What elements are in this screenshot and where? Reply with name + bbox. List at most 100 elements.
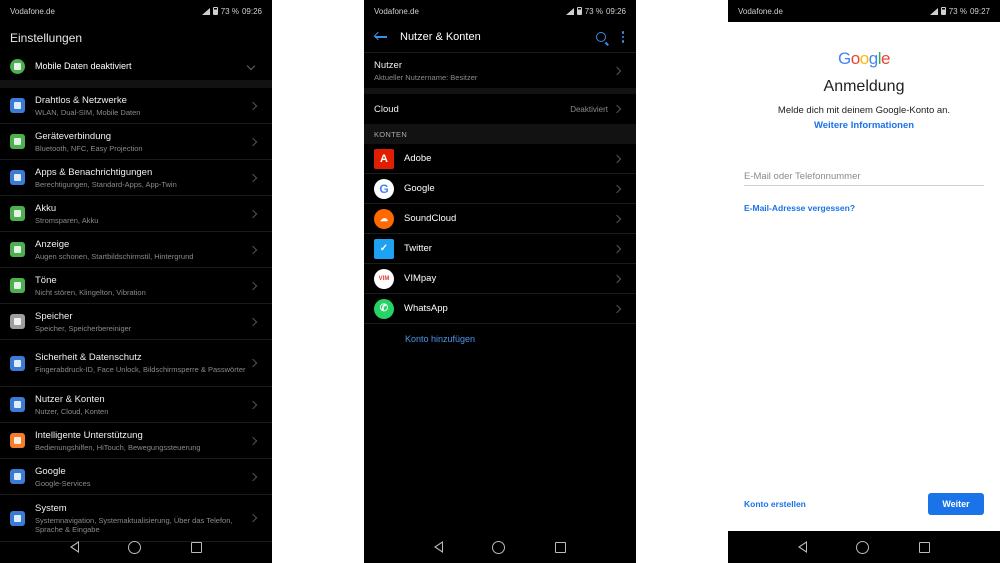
assist-icon bbox=[10, 433, 25, 448]
apps-icon bbox=[10, 170, 25, 185]
settings-item-subtitle: Nicht stören, Klingelton, Vibration bbox=[35, 287, 146, 297]
settings-item-title: Nutzer & Konten bbox=[35, 393, 105, 405]
clock: 09:26 bbox=[241, 6, 262, 16]
settings-item-device-connection[interactable]: Geräteverbindung Bluetooth, NFC, Easy Pro… bbox=[0, 124, 272, 160]
battery-percent: 73 % bbox=[584, 6, 603, 16]
chevron-right-icon bbox=[248, 317, 258, 326]
settings-item-title: Töne bbox=[35, 274, 57, 286]
chevron-right-icon bbox=[612, 214, 622, 223]
adobe-icon: A bbox=[374, 148, 394, 169]
chevron-right-icon bbox=[248, 209, 258, 218]
page-title: Nutzer & Konten bbox=[400, 31, 481, 43]
chevron-right-icon bbox=[248, 173, 258, 182]
account-item-google[interactable]: G Google bbox=[364, 174, 636, 204]
settings-item-subtitle: WLAN, Dual-SIM, Mobile Daten bbox=[35, 107, 141, 117]
chevron-right-icon bbox=[612, 154, 622, 163]
account-name: WhatsApp bbox=[404, 303, 448, 314]
account-item-twitter[interactable]: ✓ Twitter bbox=[364, 234, 636, 264]
account-name: Google bbox=[404, 183, 435, 194]
chevron-right-icon bbox=[248, 137, 258, 146]
settings-item-storage[interactable]: Speicher Speicher, Speicherbereiniger bbox=[0, 304, 272, 340]
home-nav-icon[interactable] bbox=[856, 540, 870, 554]
status-bar: Vodafone.de 73 % 09:26 bbox=[364, 0, 636, 22]
settings-item-assist[interactable]: Intelligente Unterstützung Bedienungshilf… bbox=[0, 423, 272, 459]
chevron-right-icon bbox=[248, 513, 258, 523]
home-nav-icon[interactable] bbox=[492, 540, 506, 554]
search-icon[interactable] bbox=[595, 32, 606, 42]
settings-item-subtitle: Bedienungshilfen, HiTouch, Bewegungssteu… bbox=[35, 442, 201, 452]
settings-item-subtitle: Augen schonen, Startbildschirmstil, Hint… bbox=[35, 251, 194, 261]
back-nav-icon[interactable] bbox=[69, 541, 79, 553]
settings-item-display[interactable]: Anzeige Augen schonen, Startbildschirmsti… bbox=[0, 232, 272, 268]
display-icon bbox=[10, 242, 25, 257]
accounts-list: A Adobe G Google ☁ SoundCloud ✓ Twitter VIM VIMpa… bbox=[364, 144, 636, 324]
system-icon bbox=[10, 510, 25, 526]
carrier-label: Vodafone.de bbox=[738, 6, 783, 16]
create-account-link[interactable]: Konto erstellen bbox=[744, 499, 806, 509]
account-item-vimpay[interactable]: VIM VIMpay bbox=[364, 264, 636, 294]
more-options-icon[interactable] bbox=[621, 31, 624, 43]
clock: 09:27 bbox=[969, 6, 990, 16]
settings-item-security[interactable]: Sicherheit & Datenschutz Fingerabdruck-ID… bbox=[0, 340, 272, 387]
chevron-right-icon bbox=[248, 281, 258, 290]
back-arrow-icon[interactable] bbox=[374, 32, 388, 42]
google-logo: Google bbox=[838, 49, 890, 68]
settings-item-sound[interactable]: Töne Nicht stören, Klingelton, Vibration bbox=[0, 268, 272, 304]
settings-item-wifi[interactable]: Drahtlos & Netzwerke WLAN, Dual-SIM, Mobi… bbox=[0, 88, 272, 124]
settings-item-users[interactable]: Nutzer & Konten Nutzer, Cloud, Konten bbox=[0, 387, 272, 423]
chevron-right-icon bbox=[248, 436, 258, 445]
back-nav-icon[interactable] bbox=[797, 541, 807, 553]
signal-icon bbox=[929, 7, 938, 15]
section-header: KONTEN bbox=[364, 124, 636, 144]
settings-item-title: System bbox=[35, 502, 67, 514]
cloud-status: Deaktiviert bbox=[570, 104, 608, 114]
account-item-whatsapp[interactable]: ✆ WhatsApp bbox=[364, 294, 636, 324]
storage-icon bbox=[10, 314, 25, 329]
account-name: VIMpay bbox=[404, 273, 437, 284]
carrier-label: Vodafone.de bbox=[374, 6, 419, 16]
app-bar: Nutzer & Konten bbox=[364, 22, 636, 52]
account-item-soundcloud[interactable]: ☁ SoundCloud bbox=[364, 204, 636, 234]
battery-status-icon bbox=[940, 7, 946, 15]
settings-item-battery[interactable]: Akku Stromsparen, Akku bbox=[0, 196, 272, 232]
chevron-right-icon bbox=[248, 472, 258, 481]
user-subtitle: Aktueller Nutzername: Besitzer bbox=[374, 72, 478, 82]
settings-item-subtitle: Bluetooth, NFC, Easy Projection bbox=[35, 143, 143, 153]
cloud-row[interactable]: Cloud Deaktiviert bbox=[364, 94, 636, 124]
page-title: Einstellungen bbox=[10, 31, 83, 45]
chevron-right-icon bbox=[612, 304, 622, 313]
accounts-screen: Vodafone.de 73 % 09:26 Nutzer & Konten N… bbox=[364, 0, 636, 563]
user-row[interactable]: Nutzer Aktueller Nutzername: Besitzer bbox=[364, 52, 636, 88]
signin-actions: Konto erstellen Weiter bbox=[744, 493, 984, 515]
mobile-data-row[interactable]: Mobile Daten deaktiviert bbox=[0, 52, 272, 80]
account-item-adobe[interactable]: A Adobe bbox=[364, 144, 636, 174]
chevron-down-icon[interactable] bbox=[246, 61, 256, 71]
back-nav-icon[interactable] bbox=[433, 541, 443, 553]
more-info-link[interactable]: Weitere Informationen bbox=[728, 120, 1000, 131]
recents-nav-icon[interactable] bbox=[555, 541, 567, 553]
recents-nav-icon[interactable] bbox=[919, 541, 931, 553]
twitter-icon: ✓ bbox=[374, 238, 394, 259]
settings-item-apps[interactable]: Apps & Benachrichtigungen Berechtigungen,… bbox=[0, 160, 272, 196]
settings-list: Drahtlos & Netzwerke WLAN, Dual-SIM, Mobi… bbox=[0, 88, 272, 542]
settings-item-title: Drahtlos & Netzwerke bbox=[35, 94, 127, 106]
email-field[interactable] bbox=[744, 171, 984, 186]
settings-item-google[interactable]: Google Google-Services bbox=[0, 459, 272, 495]
battery-status-icon bbox=[576, 7, 582, 15]
recents-nav-icon[interactable] bbox=[191, 541, 203, 553]
soundcloud-icon: ☁ bbox=[374, 208, 394, 229]
settings-item-title: Google bbox=[35, 465, 66, 477]
forgot-email-link[interactable]: E-Mail-Adresse vergessen? bbox=[744, 203, 984, 213]
email-input[interactable] bbox=[744, 171, 984, 182]
chevron-right-icon bbox=[612, 184, 622, 193]
security-icon bbox=[10, 355, 25, 371]
settings-screen: Vodafone.de 73 % 09:26 Einstellungen Mob… bbox=[0, 0, 272, 563]
chevron-right-icon bbox=[248, 358, 258, 368]
settings-item-title: Anzeige bbox=[35, 238, 70, 250]
settings-item-subtitle: Fingerabdruck-ID, Face Unlock, Bildschir… bbox=[35, 365, 246, 374]
next-button[interactable]: Weiter bbox=[928, 493, 984, 515]
add-account-link[interactable]: Konto hinzufügen bbox=[364, 324, 636, 354]
home-nav-icon[interactable] bbox=[128, 540, 142, 554]
settings-item-title: Speicher bbox=[35, 310, 73, 322]
sound-icon bbox=[10, 278, 25, 293]
